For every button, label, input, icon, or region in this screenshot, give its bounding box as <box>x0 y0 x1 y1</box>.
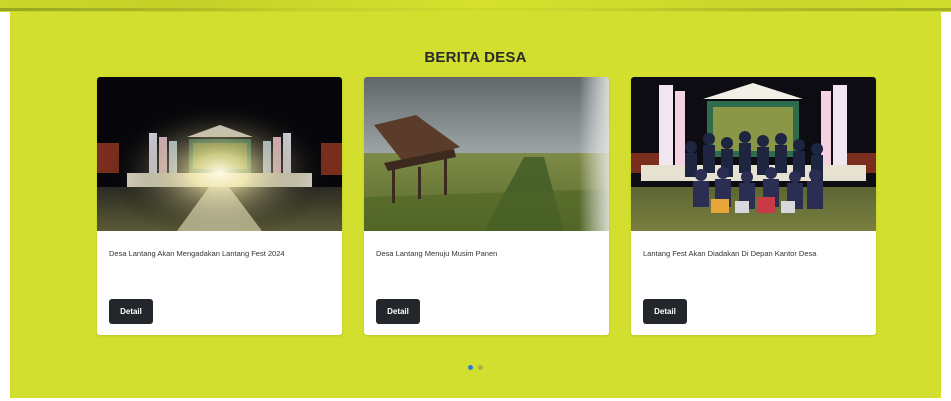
news-card: Lantang Fest Akan Diadakan Di Depan Kant… <box>631 77 876 335</box>
news-card: Desa Lantang Akan Mengadakan Lantang Fes… <box>97 77 342 335</box>
carousel-indicators <box>10 365 941 373</box>
rice-field-image[interactable] <box>364 77 609 231</box>
news-card: Desa Lantang Menuju Musim Panen Detail <box>364 77 609 335</box>
top-banner-strip <box>0 0 951 12</box>
section-title: BERITA DESA <box>424 49 527 66</box>
news-title[interactable]: Lantang Fest Akan Diadakan Di Depan Kant… <box>643 249 867 258</box>
night-stage-image[interactable] <box>97 77 342 231</box>
group-photo-image[interactable] <box>631 77 876 231</box>
detail-button[interactable]: Detail <box>109 299 153 324</box>
detail-button[interactable]: Detail <box>376 299 420 324</box>
detail-button[interactable]: Detail <box>643 299 687 324</box>
carousel-dot-1[interactable] <box>468 365 473 370</box>
news-title[interactable]: Desa Lantang Akan Mengadakan Lantang Fes… <box>109 249 333 258</box>
news-section: BERITA DESA Desa Lantang Akan Mengadakan… <box>10 12 941 398</box>
news-title[interactable]: Desa Lantang Menuju Musim Panen <box>376 249 600 258</box>
carousel-dot-2[interactable] <box>478 365 483 370</box>
